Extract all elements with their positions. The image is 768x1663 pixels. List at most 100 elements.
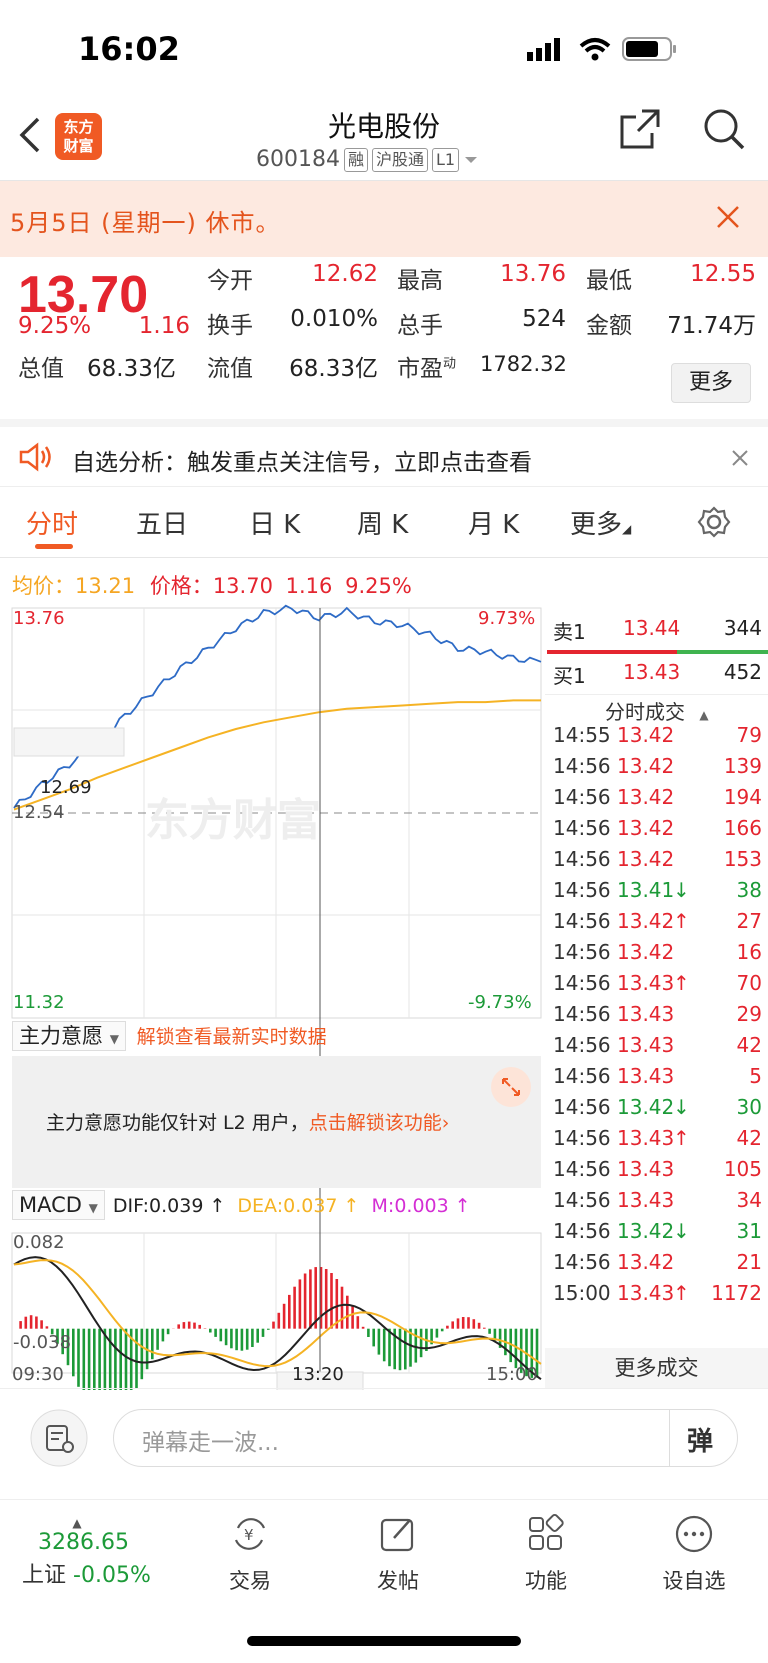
macd-bar	[293, 1286, 296, 1329]
prev-close-label: 12.54	[13, 802, 65, 823]
macd-bar	[140, 1328, 144, 1380]
tick-volume: 27	[736, 909, 762, 933]
macd-bar	[40, 1320, 43, 1329]
edit-icon	[380, 1518, 414, 1552]
nav-post-label: 发帖	[377, 1569, 419, 1593]
tick-row: 14:56 13.42 16	[545, 937, 768, 969]
share-icon[interactable]	[618, 107, 662, 151]
macd-bar	[456, 1318, 460, 1329]
tick-row: 14:56 13.43 105	[545, 1154, 768, 1186]
macd-dif: DIF:0.039 ↑	[112, 1195, 226, 1217]
macd-bar	[388, 1328, 391, 1367]
macd-bar	[245, 1328, 249, 1350]
tick-price: 13.43	[617, 1064, 675, 1088]
tick-arrow: ↓	[673, 1219, 690, 1243]
tick-price: 13.43	[617, 1002, 675, 1026]
battery-icon	[622, 37, 676, 61]
tab-weekly-k[interactable]: 周 K	[357, 504, 408, 541]
tab-intraday[interactable]: 分时	[26, 504, 78, 541]
tab-more[interactable]: 更多◢	[570, 504, 631, 541]
macd-bar	[87, 1328, 91, 1390]
tick-price: 13.42	[617, 1219, 675, 1243]
nav-add-watchlist[interactable]: 设自选	[634, 1514, 754, 1595]
main-force-selector[interactable]: 主力意愿 ▼	[12, 1021, 126, 1051]
settings-icon[interactable]	[697, 505, 731, 539]
index-ticker[interactable]: ▲ 3286.65 上证 -0.05%	[22, 1516, 172, 1589]
close-icon[interactable]	[716, 205, 740, 229]
macd-bar	[467, 1317, 470, 1329]
tick-price: 13.42	[617, 847, 675, 871]
tab-monthly-k[interactable]: 月 K	[468, 504, 519, 541]
x-label-cursor: 13:20	[292, 1364, 344, 1385]
more-trades-button[interactable]: 更多成交	[545, 1348, 768, 1388]
nav-functions[interactable]: 功能	[486, 1514, 606, 1595]
search-icon[interactable]	[702, 107, 746, 151]
stock-sub-info[interactable]: 600184 融 沪股通 L1	[256, 147, 479, 172]
tab-more-caret: ◢	[622, 522, 632, 536]
ask-bid-ratio-green	[677, 650, 768, 654]
tick-row: 15:00 13.43 ↑ 1172	[545, 1278, 768, 1310]
more-quote-button[interactable]: 更多	[671, 363, 751, 403]
tick-time: 14:56	[553, 878, 611, 902]
status-bar: 16:02	[0, 0, 768, 95]
tick-volume: 38	[736, 878, 762, 902]
macd-selector[interactable]: MACD ▼	[12, 1190, 105, 1220]
banner-close-icon[interactable]	[731, 449, 749, 467]
macd-bar	[45, 1326, 49, 1329]
macd-bar	[346, 1295, 349, 1329]
tick-arrow: ↑	[673, 909, 690, 933]
macd-bar	[267, 1328, 270, 1330]
tick-volume: 16	[736, 940, 762, 964]
nav-trade[interactable]: ¥ 交易	[190, 1514, 310, 1595]
unlock-link[interactable]: 解锁查看最新实时数据	[137, 1026, 327, 1048]
macd-bar	[240, 1328, 244, 1351]
chart-legend: 均价：13.21 价格：13.70 1.16 9.25%	[12, 570, 412, 600]
expand-icon[interactable]	[490, 1066, 532, 1108]
total-value: 68.33亿	[87, 356, 176, 382]
macd-bar	[108, 1328, 112, 1390]
analysis-banner[interactable]: 自选分析：触发重点关注信号，立即点击查看	[0, 419, 768, 487]
macd-bar	[277, 1312, 281, 1329]
tab-active-indicator	[35, 544, 73, 549]
macd-bar	[72, 1328, 75, 1377]
ask-bid-ratio-red	[547, 650, 677, 654]
main-force-locked-box[interactable]: 主力意愿功能仅针对 L2 用户，点击解锁该功能›	[12, 1056, 541, 1188]
danmu-toggle-button[interactable]: 弹	[687, 1421, 713, 1458]
tick-time: 14:56	[553, 1095, 611, 1119]
macd-bar	[288, 1294, 291, 1329]
nav-post[interactable]: 发帖	[338, 1514, 458, 1595]
svg-text:¥: ¥	[244, 1526, 254, 1544]
macd-bar	[98, 1328, 101, 1390]
tick-volume: 31	[736, 1219, 762, 1243]
comment-bar: 弹幕走一波... 弹	[0, 1388, 768, 1500]
tab-daily-k[interactable]: 日 K	[249, 504, 300, 541]
main-force-header: 主力意愿 ▼ 解锁查看最新实时数据	[12, 1020, 327, 1056]
turnover-value: 0.010%	[290, 306, 378, 332]
amount-value: 71.74万	[667, 313, 756, 339]
tick-volume: 5	[749, 1064, 762, 1088]
macd-bar	[193, 1322, 196, 1329]
macd-bar	[219, 1328, 223, 1342]
macd-bar	[161, 1328, 165, 1342]
main-force-lock-text: 主力意愿功能仅针对 L2 用户，点击解锁该功能›	[46, 1108, 449, 1135]
unlock-feature-link[interactable]: 点击解锁该功能	[309, 1112, 442, 1134]
tab-five-day[interactable]: 五日	[136, 504, 188, 541]
macd-bar	[82, 1328, 86, 1390]
macd-m: M:0.003 ↑	[371, 1195, 471, 1217]
x-label-start: 09:30	[12, 1364, 64, 1385]
macd-bar	[298, 1279, 302, 1329]
tick-price: 13.43	[617, 1033, 675, 1057]
danmu-input[interactable]: 弹幕走一波... 弹	[113, 1409, 738, 1467]
macd-bar	[356, 1316, 360, 1329]
tick-price: 13.42	[617, 1095, 675, 1119]
tick-time: 14:56	[553, 1188, 611, 1212]
intraday-chart[interactable]: 东方财富	[0, 600, 545, 1390]
price-line	[13, 604, 542, 809]
message-list-icon[interactable]	[30, 1409, 88, 1467]
macd-bar	[435, 1328, 439, 1338]
macd-bar	[261, 1328, 265, 1337]
chart-tabs: 分时 五日 日 K 周 K 月 K 更多◢	[0, 488, 768, 558]
high-value: 13.76	[500, 261, 566, 287]
macd-bar	[103, 1328, 107, 1390]
x-label-end: 15:00	[486, 1364, 538, 1385]
